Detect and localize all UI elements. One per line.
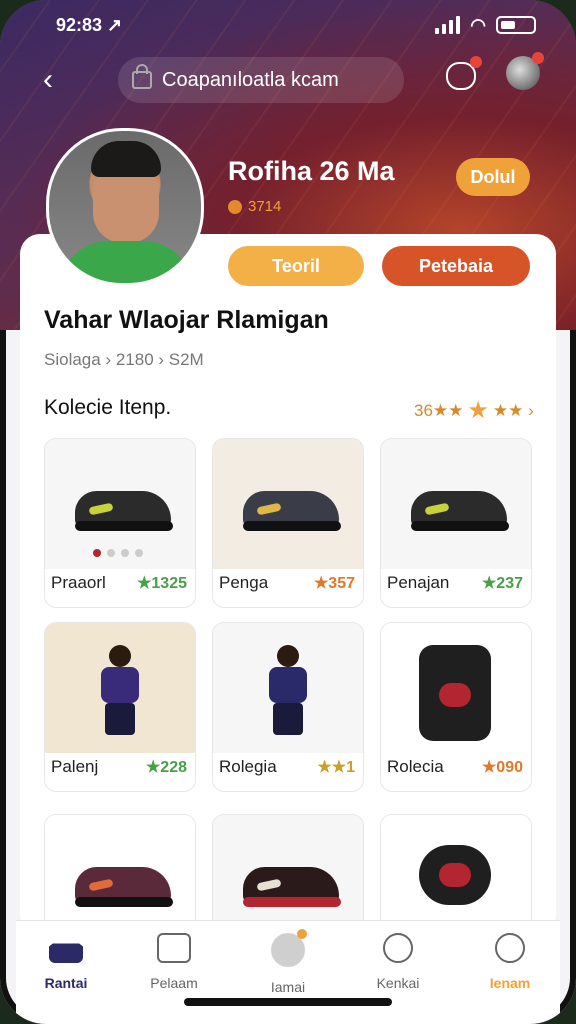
primary-action-button[interactable]: Teoril — [228, 246, 364, 286]
item-price: ★237 — [481, 575, 523, 592]
battery-icon — [496, 16, 536, 34]
nav-tab-camera[interactable]: Iamai — [238, 929, 338, 995]
breadcrumb: Siolaga › 2180 › S2M — [44, 350, 204, 369]
top-bar: ‹ Coapanıloatla kcam — [28, 52, 546, 104]
player-figure-image — [257, 645, 321, 741]
status-time: 92:83 ↗ — [56, 14, 123, 35]
item-card[interactable]: Praaorl ★1325 — [44, 438, 196, 608]
camera-icon — [271, 929, 307, 967]
notification-dot — [470, 56, 482, 68]
breadcrumb-item[interactable]: Siolaga — [44, 350, 101, 369]
carousel-dots — [93, 549, 143, 557]
player-figure-image — [89, 645, 153, 741]
item-label: Rolecia — [387, 757, 444, 776]
secondary-action-button[interactable]: Petebaia — [382, 246, 530, 286]
home-indicator — [184, 998, 392, 1006]
nav-tab-home[interactable]: Rantai — [16, 933, 116, 991]
lock-icon — [132, 64, 152, 89]
breadcrumb-item[interactable]: S2M — [169, 350, 204, 369]
item-price: ★★1 — [317, 759, 355, 776]
chevron-left-icon: ‹ — [43, 63, 53, 96]
notification-dot — [532, 52, 544, 64]
coin-icon — [228, 199, 242, 214]
nav-tab-contacts[interactable]: Kenkai — [348, 933, 448, 991]
search-text: Coapanıloatla kcam — [162, 68, 339, 91]
item-card[interactable]: Penga ★357 — [212, 438, 364, 608]
nav-label: Ienam — [489, 975, 531, 991]
item-card[interactable]: Rolecia ★090 — [380, 622, 532, 792]
breadcrumb-item[interactable]: 2180 — [116, 350, 154, 369]
account-avatar-button[interactable] — [506, 52, 544, 90]
item-label: Palenj — [51, 757, 99, 776]
item-label: Penajan — [387, 573, 450, 592]
wifi-icon: ◠ — [470, 14, 486, 35]
item-label: Rolegia — [219, 757, 277, 776]
home-icon — [49, 933, 83, 963]
shoe-image — [243, 479, 341, 533]
equipment-image — [419, 845, 491, 905]
search-field[interactable]: Coapanıloatla kcam — [118, 57, 404, 103]
shoe-image — [411, 479, 509, 533]
item-label: Praaorl — [51, 573, 106, 592]
nav-label: Kenkai — [376, 975, 420, 991]
equipment-bag-image — [419, 645, 491, 741]
profile-name: Rofiha 26 Ma — [228, 156, 395, 186]
item-card[interactable]: Penajan ★237 — [380, 438, 532, 608]
rating-text: 36★★ — [414, 400, 464, 420]
item-price: ★090 — [481, 759, 523, 776]
contacts-icon — [383, 933, 413, 963]
page-title: Vahar Wlaojar Rlamigan — [44, 306, 329, 334]
profile-avatar — [46, 128, 204, 286]
profile-action-button[interactable]: Dolul — [456, 158, 530, 196]
chat-button[interactable] — [446, 56, 482, 90]
rating-tail: ★★ › — [492, 400, 534, 420]
item-price: ★1325 — [137, 575, 187, 592]
coin-count: 3714 — [248, 198, 282, 215]
item-card[interactable]: Palenj ★228 — [44, 622, 196, 792]
nav-label: Iamai — [270, 979, 306, 995]
profile-icon — [495, 933, 525, 963]
item-card[interactable]: Rolegia ★★1 — [212, 622, 364, 792]
nav-tab-profile[interactable]: Ienam — [460, 933, 560, 991]
phone-screen: 92:83 ↗ ◠ ‹ Coapanıloatla kcam Rofiha 26… — [0, 0, 576, 1024]
nav-label: Rantai — [44, 975, 88, 991]
item-price: ★357 — [313, 575, 355, 592]
status-bar: 92:83 ↗ ◠ — [56, 10, 536, 40]
back-button[interactable]: ‹ — [28, 60, 68, 100]
nav-label: Pelaam — [150, 975, 198, 991]
shoe-image — [75, 479, 173, 533]
book-icon — [157, 933, 191, 963]
item-price: ★228 — [145, 759, 187, 776]
shoe-image — [75, 855, 173, 909]
rating-filter[interactable]: 36★★ ★ ★★ › — [414, 396, 534, 425]
section-title: Kolecie Itenp. — [44, 396, 172, 419]
star-icon: ★ — [467, 397, 489, 424]
nav-tab-book[interactable]: Pelaam — [124, 933, 224, 991]
shoe-image — [243, 855, 341, 909]
item-label: Penga — [219, 573, 269, 592]
signal-icon — [435, 16, 461, 34]
coin-balance: 3714 — [228, 198, 281, 215]
bottom-nav: Rantai Pelaam Iamai Kenkai Ienam — [16, 920, 560, 1024]
